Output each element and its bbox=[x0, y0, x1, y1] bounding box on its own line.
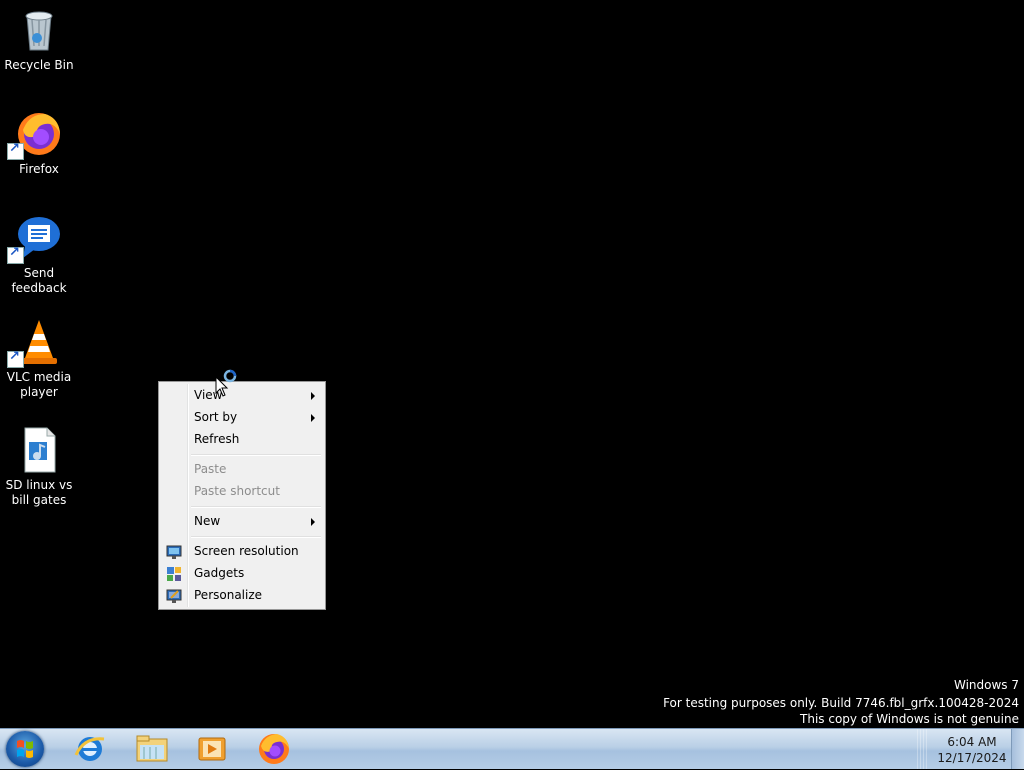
taskbar-windows-explorer[interactable] bbox=[126, 731, 178, 767]
gadgets-icon bbox=[166, 566, 182, 582]
watermark-build: For testing purposes only. Build 7746.fb… bbox=[663, 696, 1019, 710]
desktop-icon-recycle-bin[interactable]: Recycle Bin bbox=[4, 6, 74, 73]
desktop-icon-label: VLC media player bbox=[6, 370, 72, 399]
menu-separator bbox=[191, 454, 321, 456]
menu-item-label: New bbox=[194, 514, 221, 528]
desktop-icon-label: SD linux vs bill gates bbox=[5, 478, 73, 507]
desktop-icon-label: Firefox bbox=[19, 162, 59, 176]
watermark-version: Windows 7 bbox=[953, 678, 1019, 692]
desktop-context-menu: View Sort by Refresh Paste Paste shortcu… bbox=[158, 381, 326, 610]
menu-item-refresh[interactable]: Refresh bbox=[161, 429, 323, 451]
menu-item-label: Paste shortcut bbox=[194, 484, 280, 498]
clock-time: 6:04 AM bbox=[947, 735, 997, 749]
personalize-icon bbox=[166, 588, 182, 604]
menu-item-paste[interactable]: Paste bbox=[161, 459, 323, 481]
start-button[interactable] bbox=[6, 731, 44, 767]
menu-item-label: Refresh bbox=[194, 432, 240, 446]
submenu-arrow-icon bbox=[311, 414, 315, 422]
menu-item-label: Sort by bbox=[194, 410, 238, 424]
watermark-genuine: This copy of Windows is not genuine bbox=[800, 712, 1019, 726]
audio-file-icon bbox=[15, 426, 63, 474]
menu-separator bbox=[191, 536, 321, 538]
internet-explorer-icon bbox=[74, 737, 105, 761]
tray-divider bbox=[917, 729, 929, 769]
menu-item-label: Paste bbox=[194, 462, 227, 476]
menu-item-paste-shortcut[interactable]: Paste shortcut bbox=[161, 481, 323, 503]
media-player-icon bbox=[198, 737, 226, 761]
desktop-icon-send-feedback[interactable]: Send feedback bbox=[4, 214, 74, 296]
taskbar: 6:04 AM 12/17/2024 bbox=[0, 728, 1024, 769]
shortcut-arrow-icon bbox=[7, 349, 24, 368]
taskbar-media-player[interactable] bbox=[186, 731, 238, 767]
menu-item-personalize[interactable]: Personalize bbox=[161, 585, 323, 607]
menu-item-label: Personalize bbox=[194, 588, 263, 602]
desktop-icon-audio-file[interactable]: SD linux vs bill gates bbox=[4, 426, 74, 508]
menu-item-new[interactable]: New bbox=[161, 511, 323, 533]
mouse-cursor-busy-icon bbox=[215, 369, 245, 399]
menu-item-label: Screen resolution bbox=[194, 544, 299, 558]
shortcut-arrow-icon bbox=[7, 245, 24, 264]
windows-logo-icon bbox=[17, 740, 33, 758]
show-desktop-button[interactable] bbox=[1011, 729, 1024, 769]
taskbar-internet-explorer[interactable] bbox=[64, 731, 116, 767]
submenu-arrow-icon bbox=[311, 518, 315, 526]
recycle-bin-icon bbox=[15, 6, 63, 54]
menu-item-label: Gadgets bbox=[194, 566, 245, 580]
desktop-icon-firefox[interactable]: Firefox bbox=[4, 110, 74, 177]
vlc-icon bbox=[7, 318, 63, 368]
submenu-arrow-icon bbox=[311, 392, 315, 400]
screen-resolution-icon bbox=[166, 544, 182, 560]
taskbar-firefox[interactable] bbox=[248, 731, 300, 767]
desktop-icon-label: Recycle Bin bbox=[4, 58, 74, 72]
menu-item-screen-resolution[interactable]: Screen resolution bbox=[161, 541, 323, 563]
windows-explorer-icon bbox=[136, 735, 168, 762]
desktop-icon-vlc[interactable]: VLC media player bbox=[4, 318, 74, 400]
desktop-icon-label: Send feedback bbox=[11, 266, 67, 295]
shortcut-arrow-icon bbox=[7, 141, 24, 160]
firefox-icon bbox=[7, 110, 63, 160]
menu-item-gadgets[interactable]: Gadgets bbox=[161, 563, 323, 585]
send-feedback-icon bbox=[7, 214, 63, 264]
menu-item-sort-by[interactable]: Sort by bbox=[161, 407, 323, 429]
clock-date: 12/17/2024 bbox=[937, 751, 1007, 765]
menu-separator bbox=[191, 506, 321, 508]
system-clock[interactable]: 6:04 AM 12/17/2024 bbox=[930, 734, 1014, 766]
firefox-icon bbox=[259, 734, 289, 764]
